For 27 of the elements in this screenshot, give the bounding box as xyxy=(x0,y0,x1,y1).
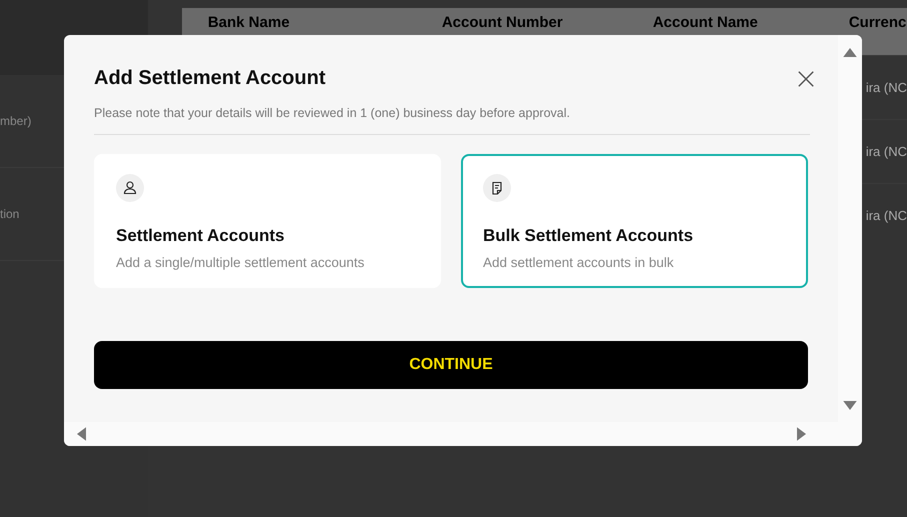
option-title: Settlement Accounts xyxy=(116,226,286,246)
dialog-title: Add Settlement Account xyxy=(94,67,326,90)
column-header: Account Name xyxy=(652,14,759,31)
close-icon[interactable] xyxy=(797,70,815,88)
option-description: Add a single/multiple settlement accounts xyxy=(116,255,366,270)
option-card[interactable]: Bulk Settlement Accounts Add settlement accounts in bulk xyxy=(461,154,808,288)
scroll-left-icon[interactable] xyxy=(77,427,86,441)
table-cell: ira (NC xyxy=(866,208,907,223)
scroll-up-icon[interactable] xyxy=(843,48,857,57)
scroll-down-icon[interactable] xyxy=(843,401,857,410)
option-description: Add settlement accounts in bulk xyxy=(483,255,675,270)
continue-button[interactable]: CONTINUE xyxy=(94,341,808,389)
side-text: tion xyxy=(0,207,20,221)
document-icon xyxy=(483,174,511,202)
vertical-scrollbar[interactable] xyxy=(838,35,862,446)
table-cell: ira (NC xyxy=(866,80,907,95)
option-card[interactable]: Settlement Accounts Add a single/multiple settlement accounts xyxy=(94,154,441,288)
side-text: mber) xyxy=(0,114,32,128)
table-cell: ira (NC xyxy=(866,144,907,159)
column-header: Bank Name xyxy=(208,14,291,31)
option-title: Bulk Settlement Accounts xyxy=(483,226,694,246)
column-header: Account Number xyxy=(442,14,564,31)
scroll-right-icon[interactable] xyxy=(797,427,806,441)
horizontal-scrollbar[interactable] xyxy=(64,422,838,446)
column-header: Currenc xyxy=(848,14,907,31)
person-icon xyxy=(116,174,144,202)
dialog-note: Please note that your details will be reviewed in 1 (one) business day before approval. xyxy=(94,106,571,120)
